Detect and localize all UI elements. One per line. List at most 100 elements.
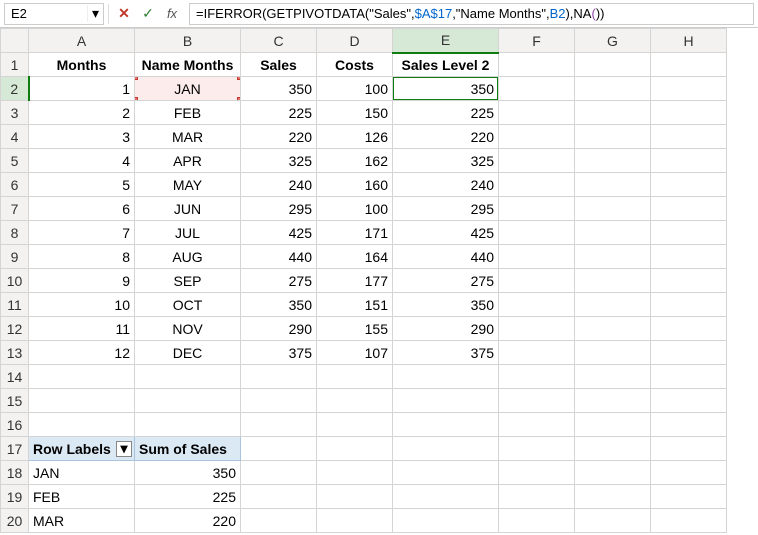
data-cell[interactable]	[651, 125, 727, 149]
cell[interactable]	[575, 461, 651, 485]
row-header[interactable]: 18	[1, 461, 29, 485]
column-header[interactable]: H	[651, 29, 727, 53]
data-cell[interactable]: 160	[317, 173, 393, 197]
data-cell[interactable]	[575, 341, 651, 365]
data-cell[interactable]: 220	[241, 125, 317, 149]
cancel-button[interactable]: ✕	[113, 3, 135, 25]
cell[interactable]	[499, 53, 575, 77]
data-cell[interactable]	[575, 317, 651, 341]
data-cell[interactable]: 375	[393, 341, 499, 365]
data-cell[interactable]	[499, 173, 575, 197]
row-header[interactable]: 15	[1, 389, 29, 413]
data-cell[interactable]	[651, 341, 727, 365]
data-cell[interactable]: 11	[29, 317, 135, 341]
table-header-cell[interactable]: Sales Level 2	[393, 53, 499, 77]
cell[interactable]	[241, 437, 317, 461]
row-header[interactable]: 1	[1, 53, 29, 77]
data-cell[interactable]: JUL	[135, 221, 241, 245]
referenced-cell[interactable]: JAN	[135, 77, 241, 101]
data-cell[interactable]: 8	[29, 245, 135, 269]
table-header-cell[interactable]: Costs	[317, 53, 393, 77]
row-header[interactable]: 17	[1, 437, 29, 461]
cell[interactable]	[499, 485, 575, 509]
cell[interactable]	[241, 509, 317, 533]
cell[interactable]	[29, 365, 135, 389]
cell[interactable]	[575, 365, 651, 389]
data-cell[interactable]: SEP	[135, 269, 241, 293]
data-cell[interactable]: 425	[393, 221, 499, 245]
pivot-value[interactable]: 350	[135, 461, 241, 485]
cell[interactable]	[317, 365, 393, 389]
pivot-value[interactable]: 225	[135, 485, 241, 509]
cell[interactable]	[651, 509, 727, 533]
data-cell[interactable]	[651, 221, 727, 245]
data-cell[interactable]: 155	[317, 317, 393, 341]
data-cell[interactable]: 100	[317, 77, 393, 101]
table-header-cell[interactable]: Months	[29, 53, 135, 77]
cell[interactable]	[575, 485, 651, 509]
data-cell[interactable]: 10	[29, 293, 135, 317]
data-cell[interactable]	[499, 149, 575, 173]
cell[interactable]	[241, 389, 317, 413]
cell[interactable]	[317, 509, 393, 533]
cell[interactable]	[499, 365, 575, 389]
data-cell[interactable]	[575, 173, 651, 197]
table-header-cell[interactable]: Name Months	[135, 53, 241, 77]
data-cell[interactable]	[575, 197, 651, 221]
data-cell[interactable]: 440	[393, 245, 499, 269]
data-cell[interactable]	[499, 245, 575, 269]
data-cell[interactable]: 325	[393, 149, 499, 173]
cell[interactable]	[651, 437, 727, 461]
data-cell[interactable]: FEB	[135, 101, 241, 125]
data-cell[interactable]: 177	[317, 269, 393, 293]
pivot-row-label[interactable]: MAR	[29, 509, 135, 533]
data-cell[interactable]: 107	[317, 341, 393, 365]
data-cell[interactable]: 6	[29, 197, 135, 221]
data-cell[interactable]: 325	[241, 149, 317, 173]
data-cell[interactable]	[575, 245, 651, 269]
column-header[interactable]: F	[499, 29, 575, 53]
data-cell[interactable]: 220	[393, 125, 499, 149]
cell[interactable]	[499, 437, 575, 461]
cell[interactable]	[393, 389, 499, 413]
cell[interactable]	[651, 53, 727, 77]
cell[interactable]	[393, 461, 499, 485]
cell[interactable]	[575, 509, 651, 533]
data-cell[interactable]: 150	[317, 101, 393, 125]
data-cell[interactable]: 4	[29, 149, 135, 173]
cell[interactable]	[393, 413, 499, 437]
row-header[interactable]: 9	[1, 245, 29, 269]
data-cell[interactable]: OCT	[135, 293, 241, 317]
data-cell[interactable]: 164	[317, 245, 393, 269]
row-header[interactable]: 10	[1, 269, 29, 293]
data-cell[interactable]: 240	[241, 173, 317, 197]
data-cell[interactable]	[499, 293, 575, 317]
cell[interactable]	[317, 413, 393, 437]
column-header[interactable]: A	[29, 29, 135, 53]
data-cell[interactable]: NOV	[135, 317, 241, 341]
data-cell[interactable]	[499, 125, 575, 149]
data-cell[interactable]: MAR	[135, 125, 241, 149]
data-cell[interactable]: 350	[241, 77, 317, 101]
cell[interactable]	[393, 365, 499, 389]
data-cell[interactable]: 100	[317, 197, 393, 221]
data-cell[interactable]: 162	[317, 149, 393, 173]
data-cell[interactable]	[575, 77, 651, 101]
cell[interactable]	[575, 53, 651, 77]
data-cell[interactable]	[499, 221, 575, 245]
pivot-row-label[interactable]: FEB	[29, 485, 135, 509]
row-header[interactable]: 20	[1, 509, 29, 533]
data-cell[interactable]: 295	[241, 197, 317, 221]
pivot-row-labels-header[interactable]: Row Labels▾	[29, 437, 135, 461]
row-header[interactable]: 8	[1, 221, 29, 245]
cell[interactable]	[317, 389, 393, 413]
data-cell[interactable]: 151	[317, 293, 393, 317]
column-header[interactable]: B	[135, 29, 241, 53]
data-cell[interactable]	[651, 101, 727, 125]
data-cell[interactable]	[499, 317, 575, 341]
cell[interactable]	[135, 413, 241, 437]
row-header[interactable]: 11	[1, 293, 29, 317]
row-header[interactable]: 2	[1, 77, 29, 101]
cell[interactable]	[575, 413, 651, 437]
name-box-dropdown[interactable]: ▾	[87, 5, 103, 22]
